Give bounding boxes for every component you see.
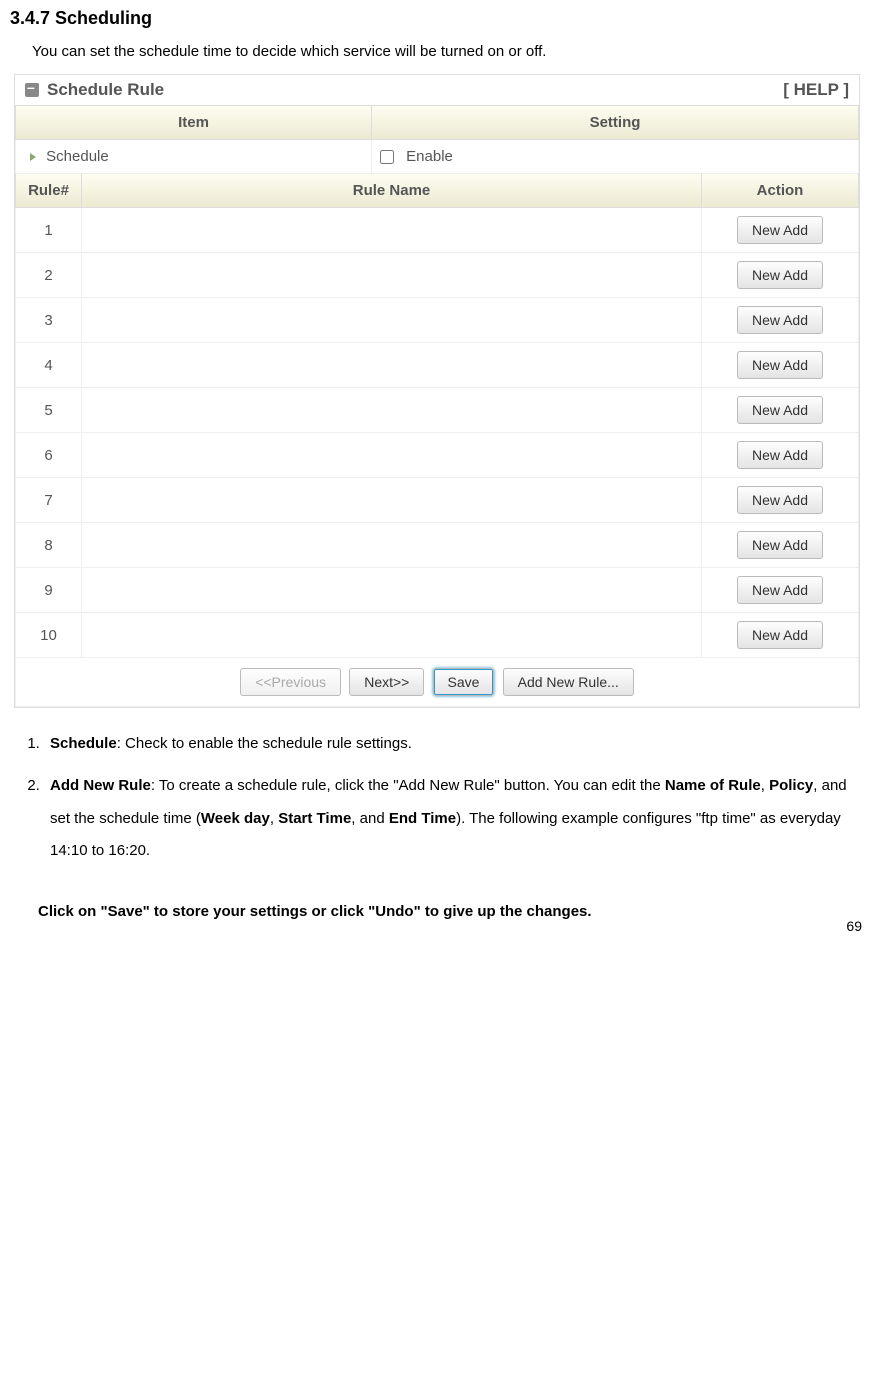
enable-label: Enable	[406, 148, 453, 165]
save-button[interactable]: Save	[433, 668, 495, 696]
new-add-button[interactable]: New Add	[737, 261, 823, 289]
rule-name-cell	[82, 388, 702, 433]
rule-action-cell: New Add	[702, 613, 859, 658]
rule-number: 4	[16, 343, 82, 388]
rule-name-cell	[82, 208, 702, 253]
rule-action-cell: New Add	[702, 343, 859, 388]
table-row: 9 New Add	[16, 568, 859, 613]
collapse-icon[interactable]	[25, 83, 39, 97]
item-setting-table: Item Setting Schedule Enable	[15, 106, 859, 174]
rule-name-cell	[82, 253, 702, 298]
rule-number: 9	[16, 568, 82, 613]
pager-row: <<Previous Next>> Save Add New Rule...	[16, 658, 859, 707]
rule-action-header: Action	[702, 174, 859, 208]
rule-number: 7	[16, 478, 82, 523]
intro-text: You can set the schedule time to decide …	[32, 43, 864, 60]
bold-term: Name of Rule	[665, 777, 761, 794]
rule-action-cell: New Add	[702, 568, 859, 613]
panel-header: Schedule Rule [ HELP ]	[15, 75, 859, 106]
rule-name-cell	[82, 568, 702, 613]
rule-number: 8	[16, 523, 82, 568]
new-add-button[interactable]: New Add	[737, 396, 823, 424]
rule-number: 3	[16, 298, 82, 343]
panel-title: Schedule Rule	[47, 80, 164, 100]
table-row: 3 New Add	[16, 298, 859, 343]
rules-table: Rule# Rule Name Action 1New Add2New Add3…	[15, 174, 859, 707]
rule-name-cell	[82, 523, 702, 568]
table-row: 2 New Add	[16, 253, 859, 298]
rule-action-cell: New Add	[702, 433, 859, 478]
table-row: 6 New Add	[16, 433, 859, 478]
bold-term: Add New Rule	[50, 777, 151, 794]
rule-name-cell	[82, 433, 702, 478]
new-add-button[interactable]: New Add	[737, 486, 823, 514]
table-row: 10 New Add	[16, 613, 859, 658]
new-add-button[interactable]: New Add	[737, 351, 823, 379]
closing-note: Click on "Save" to store your settings o…	[38, 903, 864, 920]
rule-action-cell: New Add	[702, 253, 859, 298]
rule-number: 1	[16, 208, 82, 253]
new-add-button[interactable]: New Add	[737, 441, 823, 469]
schedule-enable-row: Schedule Enable	[16, 140, 859, 174]
next-button[interactable]: Next>>	[349, 668, 424, 696]
rule-number: 10	[16, 613, 82, 658]
new-add-button[interactable]: New Add	[737, 306, 823, 334]
setting-header: Setting	[372, 106, 859, 140]
caret-icon	[30, 153, 36, 161]
rule-num-header: Rule#	[16, 174, 82, 208]
bold-term: Schedule	[50, 735, 117, 752]
rule-number: 6	[16, 433, 82, 478]
rule-name-cell	[82, 343, 702, 388]
list-item: Schedule: Check to enable the schedule r…	[44, 728, 864, 760]
rule-action-cell: New Add	[702, 388, 859, 433]
previous-button: <<Previous	[240, 668, 341, 696]
bold-term: Policy	[769, 777, 813, 794]
rule-number: 5	[16, 388, 82, 433]
rule-action-cell: New Add	[702, 523, 859, 568]
item-header: Item	[16, 106, 372, 140]
rule-name-cell	[82, 613, 702, 658]
rule-action-cell: New Add	[702, 478, 859, 523]
bold-term: End Time	[389, 810, 456, 827]
rule-name-cell	[82, 298, 702, 343]
rule-number: 2	[16, 253, 82, 298]
rule-action-cell: New Add	[702, 208, 859, 253]
new-add-button[interactable]: New Add	[737, 576, 823, 604]
table-row: 4 New Add	[16, 343, 859, 388]
rule-name-cell	[82, 478, 702, 523]
table-row: 5 New Add	[16, 388, 859, 433]
rule-name-header: Rule Name	[82, 174, 702, 208]
enable-checkbox[interactable]	[380, 150, 394, 164]
help-link[interactable]: [ HELP ]	[783, 80, 849, 100]
new-add-button[interactable]: New Add	[737, 531, 823, 559]
list-item: Add New Rule: To create a schedule rule,…	[44, 770, 864, 867]
add-new-rule-button[interactable]: Add New Rule...	[503, 668, 634, 696]
section-heading: 3.4.7 Scheduling	[10, 8, 864, 29]
bold-term: Start Time	[278, 810, 351, 827]
bold-term: Week day	[201, 810, 270, 827]
page-number: 69	[846, 918, 862, 934]
table-row: 1 New Add	[16, 208, 859, 253]
table-row: 7 New Add	[16, 478, 859, 523]
new-add-button[interactable]: New Add	[737, 621, 823, 649]
schedule-label: Schedule	[46, 148, 109, 165]
instruction-list: Schedule: Check to enable the schedule r…	[44, 728, 864, 867]
table-row: 8 New Add	[16, 523, 859, 568]
rule-action-cell: New Add	[702, 298, 859, 343]
new-add-button[interactable]: New Add	[737, 216, 823, 244]
schedule-rule-panel: Schedule Rule [ HELP ] Item Setting Sche…	[14, 74, 860, 708]
